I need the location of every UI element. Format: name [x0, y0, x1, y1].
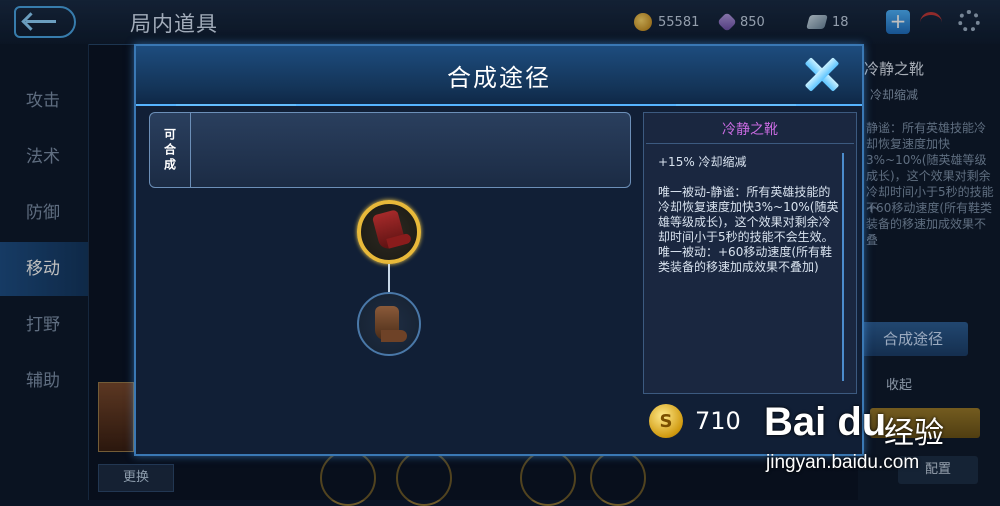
combinable-items-box: 可合成: [149, 112, 631, 188]
modal-title: 合成途径: [447, 64, 551, 92]
item-name: 冷静之靴: [722, 122, 778, 138]
jingyan-text: 经验: [884, 416, 944, 451]
calm-boots-item-icon[interactable]: [357, 200, 421, 264]
brown-boot-icon: [375, 306, 407, 342]
item-description: 唯一被动-静谧：所有英雄技能的冷却恢复速度加快3%~10%(随英雄等级成长)，这…: [658, 185, 839, 274]
synthesis-path-modal: 合成途径 可合成 冷静之靴 +15% 冷却缩减 唯一被动-静谧：所有英雄技能的冷…: [134, 44, 864, 456]
recipe-connector-line: [388, 264, 390, 292]
baidu-jingyan-watermark: Bai du 经验 jingyan.baidu.com: [764, 392, 1000, 492]
watermark-url: jingyan.baidu.com: [766, 452, 920, 473]
modal-header: 合成途径: [136, 46, 862, 106]
price-value: 710: [695, 407, 741, 435]
combinable-label: 可合成: [150, 113, 191, 187]
divider: [646, 143, 854, 144]
scrollbar[interactable]: [842, 153, 844, 381]
basic-boots-item-icon[interactable]: [357, 292, 421, 356]
close-icon[interactable]: [800, 52, 844, 96]
gold-coin-icon: S: [649, 404, 683, 438]
baidu-logo: Bai du: [764, 400, 887, 444]
item-stat: +15% 冷却缩减: [658, 155, 747, 169]
item-detail-card: 冷静之靴 +15% 冷却缩减 唯一被动-静谧：所有英雄技能的冷却恢复速度加快3%…: [643, 112, 857, 394]
red-boot-icon: [371, 209, 407, 251]
